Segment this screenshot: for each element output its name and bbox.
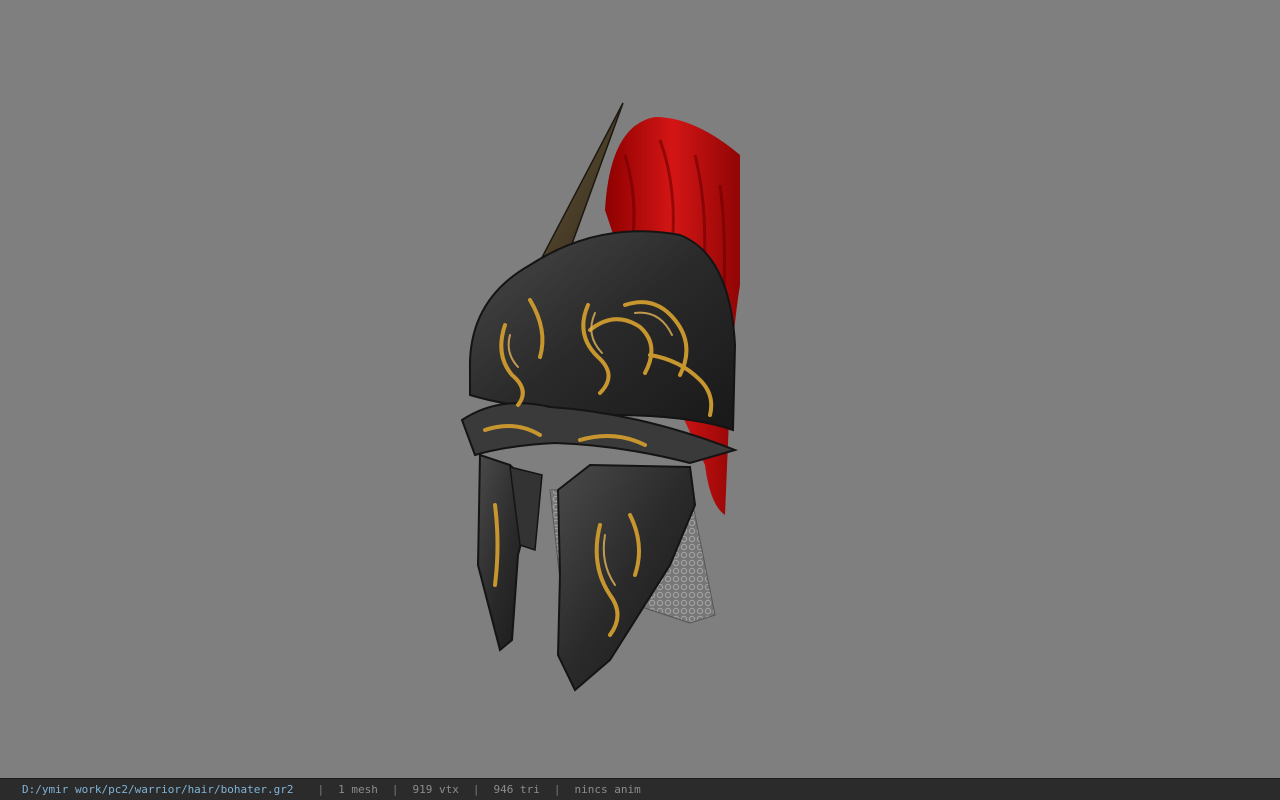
status-separator: | bbox=[317, 783, 325, 796]
vertex-count: 919 vtx bbox=[412, 783, 459, 796]
triangle-count: 946 tri bbox=[493, 783, 540, 796]
mesh-count: 1 mesh bbox=[338, 783, 378, 796]
animation-status: nincs anim bbox=[574, 783, 641, 796]
helmet-model-icon bbox=[460, 102, 740, 692]
file-path: D:/ymir work/pc2/warrior/hair/bohater.gr… bbox=[22, 783, 294, 796]
status-separator: | bbox=[553, 783, 561, 796]
status-separator: | bbox=[472, 783, 480, 796]
status-separator: | bbox=[391, 783, 399, 796]
3d-viewport[interactable] bbox=[0, 0, 1280, 778]
helmet-dome bbox=[468, 230, 737, 432]
status-bar: D:/ymir work/pc2/warrior/hair/bohater.gr… bbox=[0, 778, 1280, 800]
